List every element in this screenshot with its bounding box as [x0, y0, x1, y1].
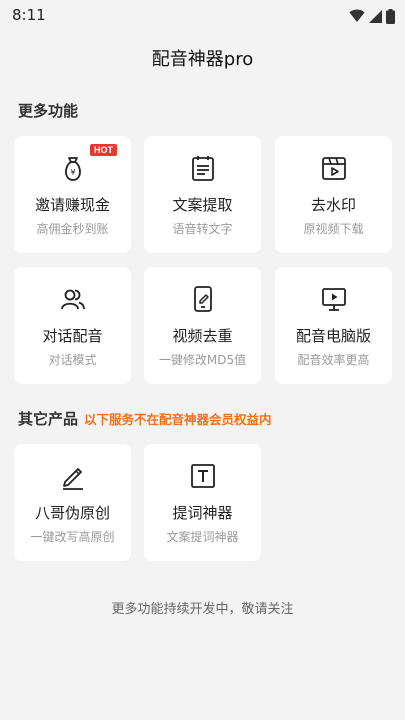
card-desc: 对话模式	[48, 353, 97, 367]
card-label: 去水印	[310, 196, 356, 214]
card-label: 对话配音	[42, 327, 103, 345]
card-label: 邀请赚现金	[34, 196, 110, 214]
status-icons	[349, 8, 395, 24]
app-header: 配音神器pro	[0, 32, 405, 84]
wifi-icon	[349, 9, 365, 22]
card-label: 提词神器	[172, 504, 233, 522]
card-bage-rewrite[interactable]: 八哥伪原创 一键改写高原创	[14, 444, 131, 561]
card-desc: 一键修改MD5值	[158, 353, 247, 367]
section-title-more: 更多功能	[18, 102, 79, 120]
card-label: 视频去重	[172, 327, 233, 345]
footer-note: 更多功能持续开发中，敬请关注	[111, 602, 294, 617]
section-title-other: 其它产品 以下服务不在配音神器会员权益内	[18, 408, 272, 429]
card-invite-cash[interactable]: ¥ HOT 邀请赚现金 高佣金秒到账	[14, 136, 131, 253]
notepad-icon	[191, 156, 214, 181]
card-desc: 语音转文字	[172, 222, 233, 236]
battery-icon	[386, 8, 395, 24]
card-desc: 原视频下载	[303, 222, 364, 236]
page-title: 配音神器pro	[151, 49, 254, 70]
video-clapper-icon	[321, 157, 346, 180]
status-time: 8:11	[12, 6, 46, 24]
card-desktop-version[interactable]: 配音电脑版 配音效率更高	[275, 267, 392, 384]
money-bag-icon: ¥	[64, 157, 81, 181]
monitor-play-icon	[321, 288, 346, 311]
status-bar: 8:11	[0, 0, 405, 32]
two-users-icon	[60, 289, 85, 310]
section-notice: 以下服务不在配音神器会员权益内	[84, 412, 272, 427]
section-title-other-label: 其它产品	[18, 410, 79, 428]
pen-icon	[62, 468, 83, 490]
card-label: 八哥伪原创	[34, 504, 110, 522]
card-dialogue-dubbing[interactable]: 对话配音 对话模式	[14, 267, 131, 384]
card-text-extract[interactable]: 文案提取 语音转文字	[144, 136, 261, 253]
svg-text:¥: ¥	[70, 168, 75, 177]
text-box-icon	[190, 464, 215, 488]
card-desc: 配音效率更高	[297, 353, 370, 367]
hot-badge: HOT	[90, 144, 117, 156]
card-desc: 一键改写高原创	[30, 530, 115, 544]
card-desc: 文案提词神器	[166, 530, 239, 544]
card-remove-watermark[interactable]: 去水印 原视频下载	[275, 136, 392, 253]
card-label: 文案提取	[172, 196, 233, 214]
phone-edit-icon	[193, 286, 212, 312]
card-video-dedupe[interactable]: 视频去重 一键修改MD5值	[144, 267, 261, 384]
card-desc: 高佣金秒到账	[36, 222, 109, 236]
signal-icon	[369, 9, 382, 23]
card-label: 配音电脑版	[295, 327, 371, 345]
card-teleprompter[interactable]: 提词神器 文案提词神器	[144, 444, 261, 561]
